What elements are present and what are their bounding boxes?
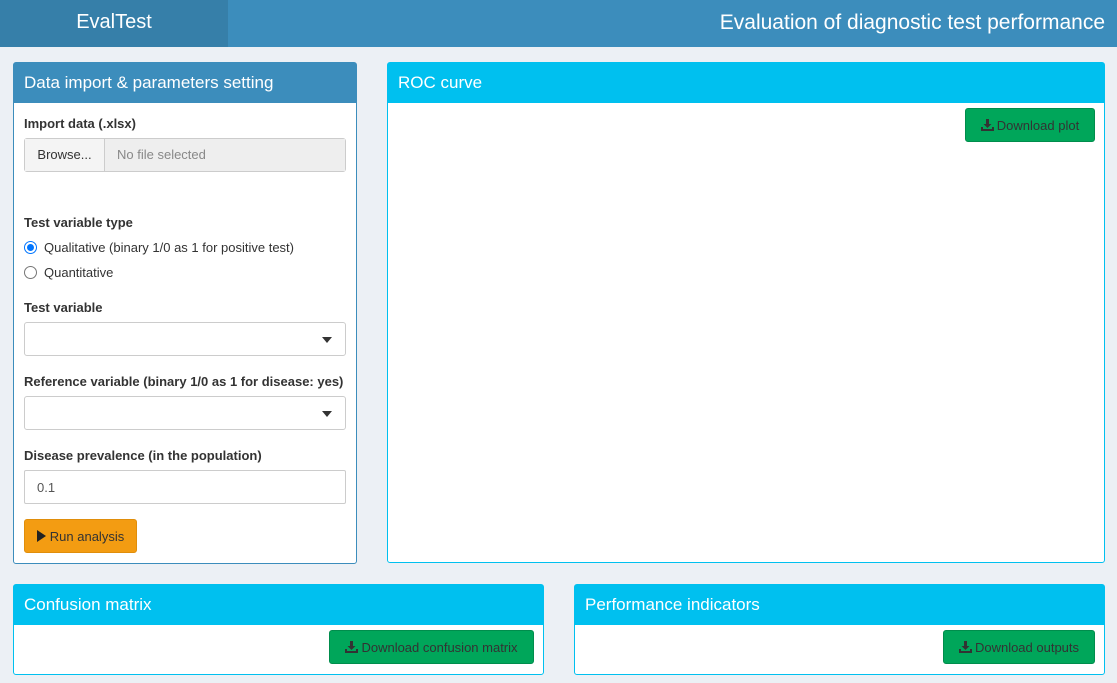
roc-curve-panel: ROC curve Download plot bbox=[387, 62, 1105, 563]
performance-indicators-panel: Performance indicators Download outputs bbox=[574, 584, 1105, 675]
import-data-label: Import data (.xlsx) bbox=[24, 116, 136, 131]
data-import-panel: Data import & parameters setting Import … bbox=[13, 62, 357, 564]
test-variable-label: Test variable bbox=[24, 300, 103, 315]
download-plot-button[interactable]: Download plot bbox=[965, 108, 1095, 142]
radio-qualitative-circle[interactable] bbox=[24, 241, 37, 254]
radio-quantitative[interactable]: Quantitative bbox=[24, 265, 113, 280]
radio-qualitative[interactable]: Qualitative (binary 1/0 as 1 for positiv… bbox=[24, 240, 294, 255]
run-analysis-label: Run analysis bbox=[49, 528, 125, 544]
app-header: EvalTest Evaluation of diagnostic test p… bbox=[0, 0, 1117, 47]
performance-indicators-panel-title: Performance indicators bbox=[575, 585, 1104, 625]
download-plot-label: Download plot bbox=[996, 117, 1080, 133]
download-confusion-matrix-label: Download confusion matrix bbox=[361, 639, 518, 655]
confusion-matrix-panel-title: Confusion matrix bbox=[14, 585, 543, 625]
app-logo[interactable]: EvalTest bbox=[0, 0, 228, 47]
chevron-down-icon bbox=[322, 411, 332, 417]
download-outputs-label: Download outputs bbox=[974, 639, 1080, 655]
download-icon bbox=[980, 119, 994, 131]
play-icon bbox=[36, 530, 46, 542]
download-icon bbox=[345, 641, 359, 653]
confusion-matrix-panel: Confusion matrix Download confusion matr… bbox=[13, 584, 544, 675]
run-analysis-button[interactable]: Run analysis bbox=[24, 519, 137, 553]
roc-curve-panel-title: ROC curve bbox=[388, 63, 1104, 103]
test-variable-type-label: Test variable type bbox=[24, 215, 133, 230]
app-title: Evaluation of diagnostic test performanc… bbox=[719, 11, 1105, 34]
browse-button[interactable]: Browse... bbox=[25, 139, 105, 171]
file-input[interactable]: Browse... No file selected bbox=[24, 138, 346, 172]
chevron-down-icon bbox=[322, 337, 332, 343]
reference-variable-select[interactable] bbox=[24, 396, 346, 430]
test-variable-select[interactable] bbox=[24, 322, 346, 356]
download-confusion-matrix-button[interactable]: Download confusion matrix bbox=[329, 630, 534, 664]
radio-quantitative-label: Quantitative bbox=[44, 265, 114, 280]
radio-quantitative-circle[interactable] bbox=[24, 266, 37, 279]
file-name-field[interactable]: No file selected bbox=[105, 139, 345, 171]
download-outputs-button[interactable]: Download outputs bbox=[943, 630, 1095, 664]
disease-prevalence-label: Disease prevalence (in the population) bbox=[24, 448, 262, 463]
radio-qualitative-label: Qualitative (binary 1/0 as 1 for positiv… bbox=[44, 240, 295, 255]
disease-prevalence-input[interactable] bbox=[24, 470, 346, 504]
download-icon bbox=[958, 641, 972, 653]
reference-variable-label: Reference variable (binary 1/0 as 1 for … bbox=[24, 374, 344, 389]
data-import-panel-title: Data import & parameters setting bbox=[14, 63, 356, 103]
